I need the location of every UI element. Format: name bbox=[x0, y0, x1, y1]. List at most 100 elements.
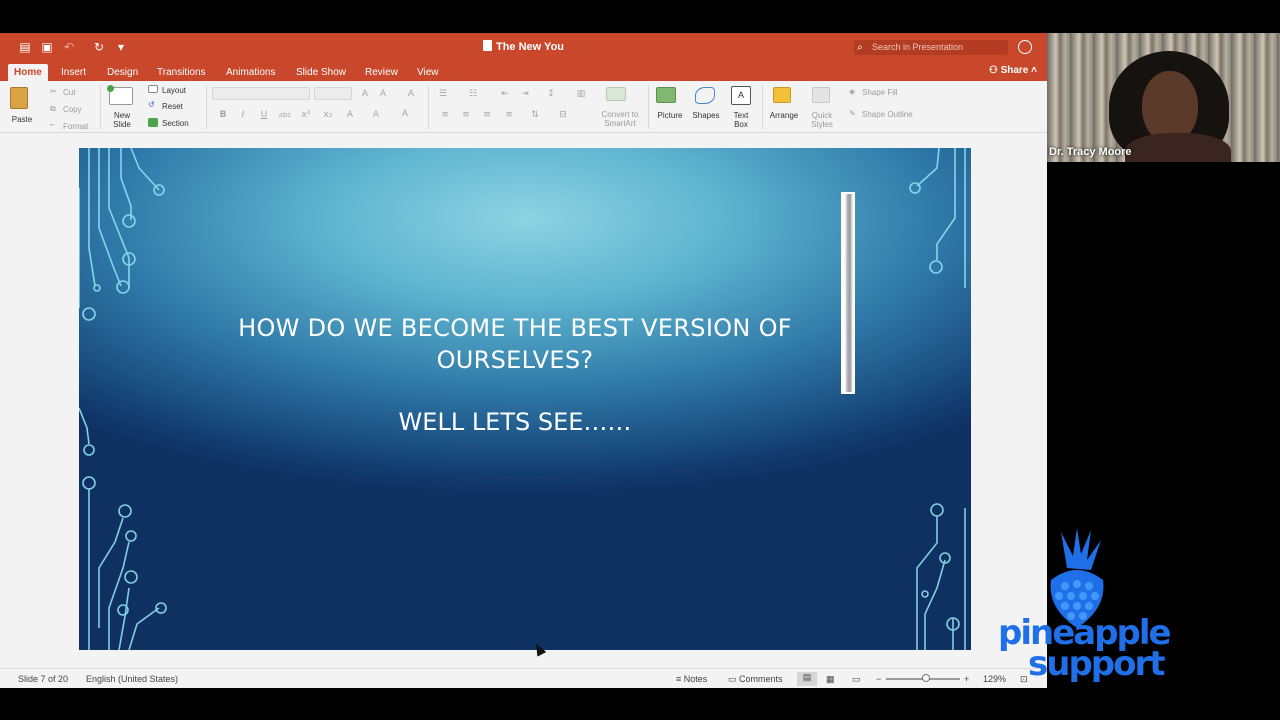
current-slide[interactable]: HOW DO WE BECOME THE BEST VERSION OF OUR… bbox=[79, 148, 971, 650]
separator bbox=[648, 85, 649, 129]
copy-icon[interactable]: ⧉ bbox=[50, 104, 56, 114]
text-box-icon[interactable]: A bbox=[731, 86, 751, 105]
tab-transitions[interactable]: Transitions bbox=[151, 64, 212, 81]
char-spacing-icon[interactable]: A bbox=[343, 109, 357, 121]
tab-design[interactable]: Design bbox=[101, 64, 144, 81]
underline-icon[interactable]: U bbox=[257, 109, 271, 121]
document-title-text: The New You bbox=[495, 41, 565, 53]
text-direction-icon[interactable]: ⇅ bbox=[528, 109, 542, 121]
new-slide-label-2[interactable]: Slide bbox=[108, 120, 136, 129]
cut-label[interactable]: Cut bbox=[63, 88, 75, 97]
smartart-icon[interactable] bbox=[606, 87, 626, 101]
convert-label-2[interactable]: SmartArt bbox=[596, 119, 644, 128]
tab-home[interactable]: Home bbox=[8, 64, 48, 81]
align-left-icon[interactable]: ≡ bbox=[438, 109, 452, 121]
decrease-indent-icon[interactable]: ⇤ bbox=[498, 88, 512, 100]
arrange-label[interactable]: Arrange bbox=[766, 111, 802, 120]
picture-icon[interactable] bbox=[656, 87, 676, 103]
layout-icon[interactable] bbox=[148, 85, 158, 93]
comments-label: Comments bbox=[739, 674, 783, 684]
tab-insert[interactable]: Insert bbox=[55, 64, 92, 81]
normal-view-icon[interactable]: ▤ bbox=[797, 672, 817, 686]
separator bbox=[428, 85, 429, 129]
quick-styles-label-2[interactable]: Styles bbox=[806, 120, 838, 129]
new-slide-plus-icon bbox=[107, 85, 114, 92]
share-label: Share bbox=[1000, 65, 1029, 76]
bullets-icon[interactable]: ☰ bbox=[436, 88, 450, 100]
line-spacing-icon[interactable]: ↕ bbox=[544, 88, 558, 100]
clear-formatting-icon[interactable]: A bbox=[404, 88, 418, 100]
change-case-icon[interactable]: A bbox=[369, 109, 383, 121]
feedback-smiley-icon[interactable] bbox=[1018, 40, 1032, 54]
powerpoint-window: ▤ ▣ ↶ ↻ ▾ The New You ⌕ Search in Present… bbox=[0, 33, 1047, 688]
align-right-icon[interactable]: ≡ bbox=[480, 109, 494, 121]
copy-label[interactable]: Copy bbox=[63, 105, 82, 114]
cut-icon[interactable]: ✂ bbox=[50, 87, 57, 96]
reset-icon[interactable]: ↺ bbox=[148, 100, 155, 109]
zoom-slider-knob[interactable] bbox=[922, 674, 930, 682]
paste-label[interactable]: Paste bbox=[8, 115, 36, 124]
format-label[interactable]: Format bbox=[63, 122, 88, 131]
separator bbox=[206, 85, 207, 129]
increase-indent-icon[interactable]: ⇥ bbox=[518, 88, 532, 100]
shape-outline-label[interactable]: Shape Outline bbox=[862, 110, 913, 119]
numbering-icon[interactable]: ☷ bbox=[466, 88, 480, 100]
share-button[interactable]: ⚇ Share ˄ bbox=[989, 65, 1037, 76]
slide-title-line-2: OURSELVES? bbox=[436, 346, 594, 374]
slide-title[interactable]: HOW DO WE BECOME THE BEST VERSION OF OUR… bbox=[209, 312, 821, 376]
shapes-icon[interactable] bbox=[695, 87, 715, 104]
pineapple-support-logo: pineapple support bbox=[998, 616, 1178, 681]
slide-subtitle[interactable]: WELL LETS SEE…… bbox=[209, 406, 821, 438]
shape-fill-label[interactable]: Shape Fill bbox=[862, 88, 898, 97]
section-label[interactable]: Section bbox=[162, 119, 189, 128]
shape-outline-icon[interactable]: ✎ bbox=[849, 109, 856, 118]
subscript-icon[interactable]: x₂ bbox=[321, 109, 335, 121]
superscript-icon[interactable]: x² bbox=[299, 109, 313, 121]
text-box-label-1[interactable]: Text bbox=[726, 111, 756, 120]
slide-sorter-icon[interactable]: ▦ bbox=[826, 674, 835, 685]
tab-animations[interactable]: Animations bbox=[220, 64, 281, 81]
search-input[interactable]: ⌕ Search in Presentation bbox=[854, 40, 1008, 55]
columns-icon[interactable]: ▥ bbox=[574, 88, 588, 100]
tab-view[interactable]: View bbox=[411, 64, 445, 81]
convert-label-1[interactable]: Convert to bbox=[596, 110, 644, 119]
reading-view-icon[interactable]: ▭ bbox=[852, 674, 861, 685]
notes-button[interactable]: ≡ Notes bbox=[676, 674, 707, 684]
slide-editor: HOW DO WE BECOME THE BEST VERSION OF OUR… bbox=[0, 134, 1047, 668]
font-family-select[interactable] bbox=[212, 87, 310, 100]
new-slide-label-1[interactable]: New bbox=[108, 111, 136, 120]
tab-review[interactable]: Review bbox=[359, 64, 404, 81]
quick-styles-icon[interactable] bbox=[812, 87, 830, 103]
grow-font-icon[interactable]: A bbox=[358, 88, 372, 100]
shape-fill-icon[interactable]: ◈ bbox=[849, 87, 855, 96]
ribbon-tabs: Home Insert Design Transitions Animation… bbox=[0, 61, 1047, 81]
status-bar: Slide 7 of 20 English (United States) ≡ … bbox=[0, 668, 1047, 688]
text-box-label-2[interactable]: Box bbox=[726, 120, 756, 129]
shapes-label[interactable]: Shapes bbox=[690, 111, 722, 120]
tab-slide-show[interactable]: Slide Show bbox=[290, 64, 352, 81]
paste-icon[interactable] bbox=[10, 87, 28, 109]
search-placeholder: Search in Presentation bbox=[872, 42, 964, 52]
format-painter-icon[interactable]: ⌐ bbox=[50, 120, 55, 129]
slide-counter: Slide 7 of 20 bbox=[18, 674, 69, 684]
quick-styles-label-1[interactable]: Quick bbox=[806, 111, 838, 120]
font-size-select[interactable] bbox=[314, 87, 352, 100]
justify-icon[interactable]: ≡ bbox=[502, 109, 516, 121]
italic-icon[interactable]: I bbox=[236, 109, 250, 121]
bold-icon[interactable]: B bbox=[216, 109, 230, 121]
picture-label[interactable]: Picture bbox=[654, 111, 686, 120]
slide-image-strip[interactable] bbox=[841, 192, 855, 394]
align-text-icon[interactable]: ⊟ bbox=[556, 109, 570, 121]
align-center-icon[interactable]: ≡ bbox=[459, 109, 473, 121]
arrange-icon[interactable] bbox=[773, 87, 791, 103]
zoom-out-icon[interactable]: − bbox=[876, 674, 881, 684]
section-icon[interactable] bbox=[148, 118, 158, 127]
reset-label[interactable]: Reset bbox=[162, 102, 183, 111]
layout-label[interactable]: Layout bbox=[162, 86, 186, 95]
strikethrough-icon[interactable]: abc bbox=[278, 109, 292, 121]
shrink-font-icon[interactable]: A bbox=[376, 88, 390, 100]
zoom-in-icon[interactable]: + bbox=[964, 674, 969, 684]
language-status[interactable]: English (United States) bbox=[86, 674, 178, 684]
font-color-icon[interactable]: A bbox=[398, 108, 412, 120]
comments-button[interactable]: ▭ Comments bbox=[728, 674, 783, 685]
